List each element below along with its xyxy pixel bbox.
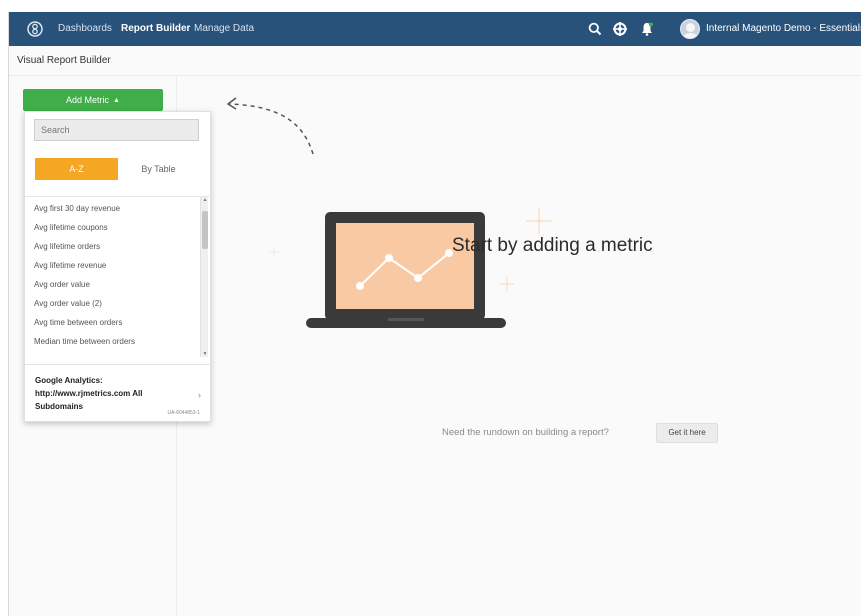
scroll-down-arrow-icon[interactable]: ▼ [201,351,209,357]
data-source-name: Google Analytics: http://www.rjmetrics.c… [35,376,143,411]
metric-list-scrollbar[interactable]: ▲ ▼ [200,197,208,357]
metric-search-input[interactable] [34,119,199,141]
avatar[interactable] [680,19,700,39]
scroll-up-arrow-icon[interactable]: ▲ [201,197,209,203]
data-source-id: UA-6044853-1 [167,410,200,416]
settings-icon[interactable] [612,21,628,37]
caret-up-icon: ▲ [113,97,120,104]
nav-report-builder[interactable]: Report Builder [121,23,190,34]
search-icon[interactable] [587,21,603,37]
laptop-chart-illustration [306,212,506,328]
account-name: Internal Magento Demo - Essentials [706,23,861,34]
page-header: Visual Report Builder [9,46,861,76]
sparkle-icon [526,208,552,234]
list-item[interactable]: Avg lifetime coupons [34,223,108,232]
metric-list: Avg first 30 day revenue Avg lifetime co… [25,196,212,360]
add-metric-button[interactable]: Add Metric ▲ [23,89,163,111]
curved-arrow-icon [226,97,314,155]
app-logo-icon[interactable] [26,20,44,38]
empty-state-title: Start by adding a metric [452,235,653,256]
list-item[interactable]: Avg order value (2) [34,299,102,308]
notification-bell-icon[interactable] [639,21,655,37]
nav-manage-data[interactable]: Manage Data [194,23,254,34]
account-menu[interactable]: Internal Magento Demo - Essentials ⌄ [706,23,861,34]
list-item[interactable]: Avg lifetime orders [34,242,100,251]
scroll-thumb[interactable] [202,211,208,249]
sparkle-icon-faint [269,247,279,257]
get-it-here-button[interactable]: Get it here [656,423,718,443]
rundown-text: Need the rundown on building a report? [442,427,609,438]
add-metric-label: Add Metric [66,95,110,105]
segment-a-z[interactable]: A-Z [35,158,118,180]
metric-dropdown: A-Z By Table Avg first 30 day revenue Av… [24,111,212,423]
list-item[interactable]: Avg order value [34,280,90,289]
page-title: Visual Report Builder [17,55,111,66]
nav-dashboards[interactable]: Dashboards [58,23,112,34]
report-canvas: Start by adding a metric Need the rundow… [178,76,861,616]
list-item[interactable]: Avg lifetime revenue [34,261,106,270]
data-source-item[interactable]: Google Analytics: http://www.rjmetrics.c… [25,364,212,423]
segment-by-table[interactable]: By Table [118,158,199,180]
list-item[interactable]: Avg first 30 day revenue [34,204,120,213]
list-item[interactable]: Avg time between orders [34,318,122,327]
list-item[interactable]: Median time between orders [34,337,135,346]
chevron-right-icon: › [198,390,201,400]
app-window: Dashboards Report Builder Manage Data In… [8,12,861,616]
top-nav: Dashboards Report Builder Manage Data In… [9,12,861,46]
